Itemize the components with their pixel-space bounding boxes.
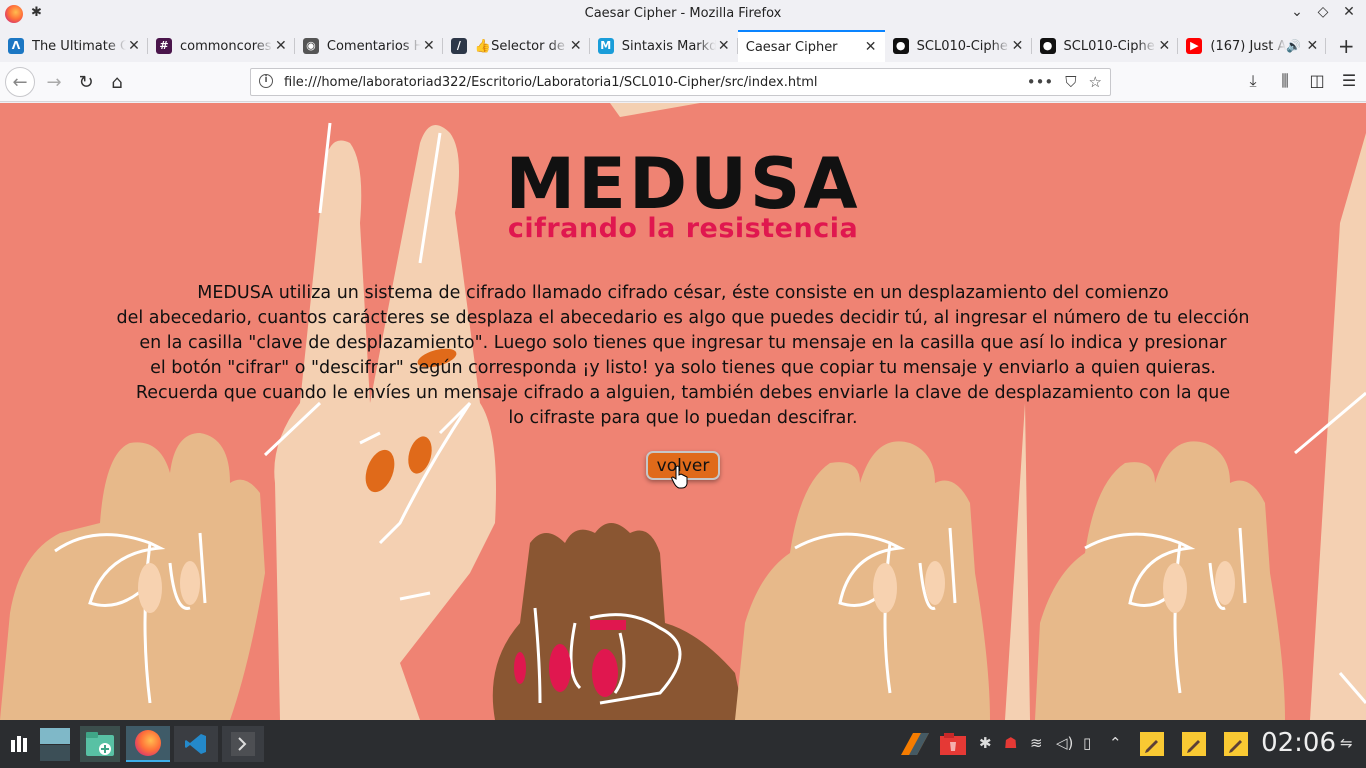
close-window-icon[interactable]: ✕ [1342, 4, 1356, 20]
page-actions-icon[interactable]: ••• [1027, 73, 1054, 91]
page-content: MEDUSA cifrando la resistencia MEDUSA ut… [0, 103, 1366, 720]
emoji-selector-icon: ∕ [450, 38, 467, 54]
firefox-taskbar-icon[interactable] [126, 726, 170, 762]
tab-item[interactable]: ▶ (167) Just A 🔊 ✕ [1178, 30, 1327, 62]
description-line: el botón "cifrar" o "descifrar" según co… [150, 358, 1216, 378]
tab-label: Sintaxis Markd [621, 38, 716, 54]
library-icon[interactable]: ⫼ [1276, 71, 1294, 91]
tab-item[interactable]: ◉ Comentarios H ✕ [295, 30, 443, 62]
tab-label: SCL010-Ciphe [1063, 38, 1155, 54]
navigation-toolbar: ← → ↻ ⌂ i file:///home/laboratoriad322/E… [0, 62, 1366, 102]
sticky-note-icon[interactable] [1222, 726, 1250, 762]
ultimate-icon: Λ [8, 38, 24, 54]
sidebar-icon[interactable]: ◫ [1308, 71, 1326, 91]
fist-illustration-center [492, 523, 745, 720]
pocket-icon[interactable]: ⛉ [1065, 73, 1076, 91]
sticky-note-icon[interactable] [1138, 726, 1166, 762]
tab-label: Caesar Cipher [745, 39, 838, 55]
panel-options-icon[interactable]: ⇋ [1340, 734, 1353, 752]
youtube-icon: ▶ [1186, 38, 1203, 54]
description-line: lo cifraste para que lo puedan descifrar… [508, 408, 858, 428]
description-line: del abecedario, cuantos carácteres se de… [116, 308, 1250, 328]
ghost-tray-icon[interactable]: ☗ [1004, 734, 1017, 752]
fist-illustration-left [0, 433, 265, 720]
tab-item[interactable]: ∕ 👍Selector de ✕ [443, 30, 590, 62]
window-title: Caesar Cipher - Mozilla Firefox [584, 6, 782, 21]
tab-item[interactable]: # commoncores ✕ [148, 30, 295, 62]
description-text: MEDUSA utiliza un sistema de cifrado lla… [100, 281, 1266, 431]
close-tab-icon[interactable]: ✕ [568, 38, 584, 54]
tab-bar: Λ The Ultimate C ✕ # commoncores ✕ ◉ Comentario… [0, 30, 1366, 62]
description-line: MEDUSA utiliza un sistema de cifrado lla… [197, 283, 1169, 303]
tab-label: Comentarios H [326, 38, 421, 54]
close-tab-icon[interactable]: ✕ [273, 38, 289, 54]
slack-icon: # [156, 38, 172, 54]
system-taskbar: ✱ ☗ ≋ ◁) ▯ ⌃ 02:06 ⇋ [0, 720, 1366, 768]
window-titlebar: ✱ Caesar Cipher - Mozilla Firefox ⌄ ◇ ✕ [0, 0, 1366, 30]
comments-icon: ◉ [302, 38, 319, 54]
bluetooth-icon[interactable]: ✱ [979, 734, 992, 752]
thumbs-up-icon: 👍 [474, 38, 492, 54]
home-button[interactable]: ⌂ [103, 68, 131, 96]
url-text[interactable]: file:///home/laboratoriad322/Escritorio/… [284, 75, 818, 90]
tab-label: SCL010-Ciphe [916, 38, 1008, 54]
tab-item[interactable]: M Sintaxis Markd ✕ [590, 30, 738, 62]
fist-illustration-right-1 [735, 441, 990, 720]
description-line: Recuerda que cuando le envíes un mensaje… [135, 383, 1231, 403]
tray-expand-icon[interactable]: ⌃ [1109, 734, 1122, 752]
downloads-icon[interactable]: ⤓ [1244, 71, 1262, 91]
close-tab-icon[interactable]: ✕ [1010, 38, 1026, 54]
tab-item[interactable]: ● SCL010-Ciphe ✕ [1032, 30, 1179, 62]
reload-button[interactable]: ↻ [72, 68, 100, 96]
wifi-icon[interactable]: ≋ [1030, 734, 1043, 752]
notes-tray-icon[interactable] [898, 726, 932, 762]
new-tab-button[interactable]: + [1326, 30, 1366, 62]
desktop-pager-icon[interactable] [38, 726, 72, 762]
file-manager-icon[interactable] [80, 726, 120, 762]
tab-active[interactable]: Caesar Cipher ✕ [737, 30, 885, 62]
clock[interactable]: 02:06 [1261, 728, 1336, 758]
battery-icon[interactable]: ▯ [1083, 734, 1091, 752]
tab-label: The Ultimate C [32, 38, 126, 54]
tab-item[interactable]: ● SCL010-Ciphe ✕ [885, 30, 1032, 62]
sticky-note-icon[interactable] [1180, 726, 1208, 762]
audio-playing-icon[interactable]: 🔊 [1286, 39, 1302, 53]
fist-illustration-right-2 [1035, 441, 1285, 720]
tab-label: (167) Just A [1210, 38, 1287, 54]
close-tab-icon[interactable]: ✕ [1156, 38, 1172, 54]
tab-item[interactable]: Λ The Ultimate C ✕ [0, 30, 148, 62]
description-line: en la casilla "clave de desplazamiento".… [139, 333, 1227, 353]
github-icon: ● [892, 38, 909, 54]
vscode-taskbar-icon[interactable] [174, 726, 218, 762]
menu-icon[interactable]: ☰ [1340, 71, 1358, 91]
maximize-icon[interactable]: ◇ [1316, 4, 1330, 20]
markdown-icon: M [597, 38, 614, 54]
terminal-taskbar-icon[interactable] [222, 726, 264, 762]
close-tab-icon[interactable]: ✕ [421, 38, 437, 54]
site-info-icon[interactable]: i [259, 74, 273, 88]
bookmark-star-icon[interactable]: ☆ [1089, 73, 1102, 91]
tab-label-text: Selector de [491, 38, 565, 54]
minimize-icon[interactable]: ⌄ [1290, 4, 1304, 20]
github-icon: ● [1039, 38, 1056, 54]
close-tab-icon[interactable]: ✕ [1304, 38, 1320, 54]
close-tab-icon[interactable]: ✕ [126, 38, 142, 54]
close-tab-icon[interactable]: ✕ [863, 39, 879, 55]
tab-label: 👍Selector de [475, 39, 568, 54]
tab-label: commoncores [180, 38, 272, 54]
hand-cursor-icon [671, 465, 688, 489]
page-subtitle: cifrando la resistencia [507, 213, 859, 244]
url-bar[interactable]: i file:///home/laboratoriad322/Escritori… [250, 68, 1111, 96]
trash-tray-icon[interactable] [936, 726, 970, 762]
volume-icon[interactable]: ◁) [1056, 734, 1073, 752]
forward-button[interactable]: → [40, 68, 68, 96]
close-tab-icon[interactable]: ✕ [716, 38, 732, 54]
app-launcher-icon[interactable] [4, 726, 34, 762]
back-button[interactable]: ← [5, 67, 35, 97]
